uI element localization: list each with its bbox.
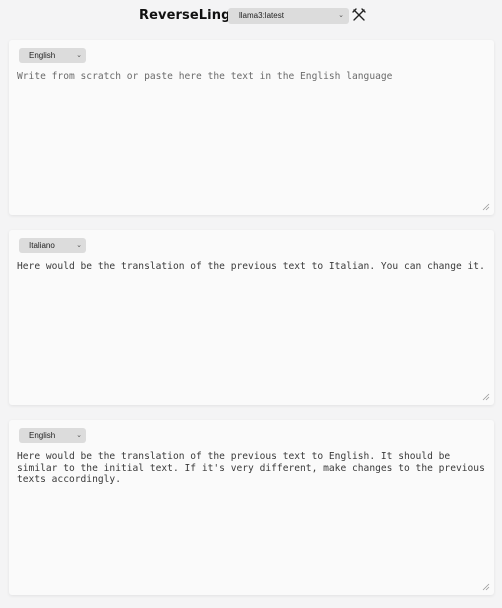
- resize-handle-icon[interactable]: [482, 203, 490, 211]
- source-panel: English ⌄ Write from scratch or paste he…: [9, 40, 494, 215]
- resize-handle-icon[interactable]: [482, 393, 490, 401]
- chevron-down-icon: ⌄: [76, 242, 82, 249]
- app-title: ReverseLingo: [139, 8, 240, 23]
- source-textarea[interactable]: Write from scratch or paste here the tex…: [17, 71, 489, 83]
- back-language-select[interactable]: English ⌄: [19, 428, 86, 443]
- source-language-value: English: [29, 51, 56, 60]
- translation-panel: Italiano ⌄ Here would be the translation…: [9, 230, 494, 405]
- target-language-select[interactable]: Italiano ⌄: [19, 238, 86, 253]
- resize-handle-icon[interactable]: [482, 583, 490, 591]
- chevron-down-icon: ⌄: [76, 432, 82, 439]
- back-translation-panel: English ⌄ Here would be the translation …: [9, 420, 494, 595]
- model-select-value: llama3:latest: [239, 11, 284, 20]
- chevron-down-icon: ⌄: [76, 52, 82, 59]
- source-language-select[interactable]: English ⌄: [19, 48, 86, 63]
- back-translation-textarea[interactable]: Here would be the translation of the pre…: [17, 451, 489, 486]
- translation-textarea[interactable]: Here would be the translation of the pre…: [17, 261, 489, 273]
- model-select[interactable]: llama3:latest ⌄: [228, 8, 349, 24]
- back-language-value: English: [29, 431, 56, 440]
- target-language-value: Italiano: [29, 241, 55, 250]
- app-header: ReverseLingo llama3:latest ⌄: [0, 0, 502, 34]
- chevron-down-icon: ⌄: [338, 12, 344, 19]
- tools-icon[interactable]: [352, 8, 366, 22]
